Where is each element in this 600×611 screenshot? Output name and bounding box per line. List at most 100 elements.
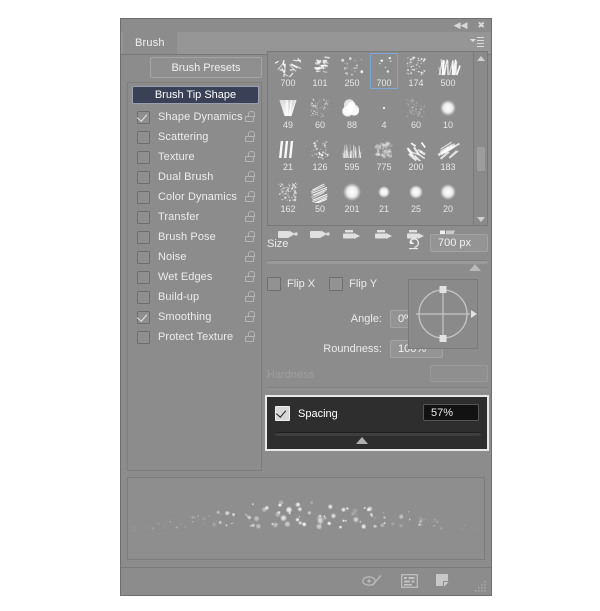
- brush-tip-size-label: 49: [282, 120, 293, 130]
- spacing-slider-track[interactable]: [275, 432, 481, 436]
- tab-brush[interactable]: Brush: [123, 32, 177, 54]
- brush-tip-size-label: 775: [376, 162, 392, 172]
- sidebar-item-protect-texture[interactable]: Protect Texture: [128, 327, 261, 347]
- checkbox-dual-brush[interactable]: [137, 170, 150, 184]
- brush-tip-cell[interactable]: 183: [432, 139, 464, 181]
- sidebar-item-color-dynamics[interactable]: Color Dynamics: [128, 187, 261, 207]
- brush-tip-cell[interactable]: 50: [304, 181, 336, 223]
- brush-tip-thumbnail: [275, 97, 301, 119]
- brush-tip-cell[interactable]: 700: [368, 53, 400, 97]
- create-new-preset-icon[interactable]: [401, 573, 418, 593]
- resize-grip-icon[interactable]: [475, 580, 487, 592]
- scroll-up-arrow-icon[interactable]: [474, 52, 487, 64]
- sidebar-item-build-up[interactable]: Build-up: [128, 287, 261, 307]
- spacing-input[interactable]: 57%: [423, 404, 479, 421]
- brush-tip-cell[interactable]: 500: [432, 55, 464, 97]
- brush-tip-cell[interactable]: 20: [432, 181, 464, 223]
- brush-tip-cell[interactable]: 60: [400, 97, 432, 139]
- scroll-down-arrow-icon[interactable]: [474, 213, 487, 225]
- checkbox-brush-pose[interactable]: [137, 230, 150, 244]
- brush-tip-cell[interactable]: 21: [272, 139, 304, 181]
- brush-presets-button[interactable]: Brush Presets: [150, 57, 262, 78]
- brush-tip-thumbnail: [307, 139, 333, 161]
- lock-icon[interactable]: [245, 111, 255, 122]
- brush-tip-cell[interactable]: 250: [336, 55, 368, 97]
- brush-tip-size-label: 201: [344, 204, 360, 214]
- sidebar-item-dual-brush[interactable]: Dual Brush: [128, 167, 261, 187]
- checkbox-texture[interactable]: [137, 150, 150, 164]
- brush-tip-thumbnail: [403, 55, 429, 77]
- sidebar-item-brush-tip-shape[interactable]: Brush Tip Shape: [132, 86, 259, 104]
- brush-tip-cell[interactable]: 700: [272, 55, 304, 97]
- lock-icon[interactable]: [245, 271, 255, 282]
- brush-tip-cell[interactable]: 126: [304, 139, 336, 181]
- lock-icon[interactable]: [245, 251, 255, 262]
- sidebar-item-texture[interactable]: Texture: [128, 147, 261, 167]
- checkbox-noise[interactable]: [137, 250, 150, 264]
- lock-icon[interactable]: [245, 211, 255, 222]
- lock-icon[interactable]: [245, 231, 255, 242]
- brush-tip-cell[interactable]: 595: [336, 139, 368, 181]
- brush-tip-cell[interactable]: 60: [304, 97, 336, 139]
- sidebar-item-transfer[interactable]: Transfer: [128, 207, 261, 227]
- lock-icon[interactable]: [245, 191, 255, 202]
- sidebar-item-smoothing[interactable]: Smoothing: [128, 307, 261, 327]
- brush-tip-cell[interactable]: 4: [368, 97, 400, 139]
- lock-icon[interactable]: [245, 291, 255, 302]
- spacing-checkbox[interactable]: Spacing: [275, 406, 338, 421]
- lock-icon[interactable]: [245, 151, 255, 162]
- sidebar-item-brush-pose[interactable]: Brush Pose: [128, 227, 261, 247]
- spacing-slider-thumb[interactable]: [355, 437, 368, 444]
- lock-icon[interactable]: [245, 171, 255, 182]
- brush-tip-cell[interactable]: 10: [432, 97, 464, 139]
- brush-tip-thumbnail: [403, 181, 429, 203]
- sidebar-item-noise[interactable]: Noise: [128, 247, 261, 267]
- flip-y-checkbox[interactable]: Flip Y: [329, 277, 377, 291]
- reset-arrow-icon[interactable]: [407, 236, 422, 251]
- checkbox-transfer[interactable]: [137, 210, 150, 224]
- lock-icon[interactable]: [245, 311, 255, 322]
- brush-tip-size-label: 101: [312, 78, 328, 88]
- brush-tip-cell[interactable]: 162: [272, 181, 304, 223]
- flip-x-checkbox[interactable]: Flip X: [267, 277, 315, 291]
- brush-grid-scrollbar[interactable]: [473, 52, 487, 225]
- angle-roundness-dial[interactable]: [408, 279, 478, 349]
- tab-brush-label: Brush: [135, 37, 165, 49]
- flip-row: Flip X Flip Y: [267, 277, 377, 291]
- brush-tip-cell[interactable]: 174: [400, 55, 432, 97]
- brush-tip-thumbnail: [275, 181, 301, 203]
- sidebar-item-wet-edges[interactable]: Wet Edges: [128, 267, 261, 287]
- brush-tip-cell[interactable]: 775: [368, 139, 400, 181]
- checkbox-smoothing[interactable]: [137, 310, 150, 324]
- checkbox-build-up[interactable]: [137, 290, 150, 304]
- scrollbar-thumb[interactable]: [476, 146, 486, 172]
- angle-label: Angle:: [350, 313, 382, 325]
- brush-tip-cell[interactable]: 201: [336, 181, 368, 223]
- checkbox-wet-edges[interactable]: [137, 270, 150, 284]
- brush-tip-cell[interactable]: 25: [400, 181, 432, 223]
- spacing-check-box: [275, 406, 290, 421]
- checkbox-scattering[interactable]: [137, 130, 150, 144]
- lock-icon[interactable]: [245, 131, 255, 142]
- sidebar-item-label: Protect Texture: [158, 331, 234, 343]
- sidebar-item-scattering[interactable]: Scattering: [128, 127, 261, 147]
- checkbox-shape-dynamics[interactable]: [137, 110, 150, 124]
- brush-tip-cell[interactable]: 21: [368, 181, 400, 223]
- brush-tip-cell[interactable]: 88: [336, 97, 368, 139]
- brush-tip-cell[interactable]: 101: [304, 55, 336, 97]
- toggle-brush-pressure-icon[interactable]: [362, 574, 384, 593]
- size-slider[interactable]: [267, 258, 488, 272]
- panel-menu-icon[interactable]: [470, 37, 484, 49]
- size-input[interactable]: 700 px: [430, 234, 488, 252]
- close-icon[interactable]: ✖: [477, 20, 485, 30]
- brush-tip-cell[interactable]: 200: [400, 139, 432, 181]
- checkbox-protect-texture[interactable]: [137, 330, 150, 344]
- lock-icon[interactable]: [245, 331, 255, 342]
- hardness-slider: [267, 387, 488, 391]
- brush-tip-cell[interactable]: 49: [272, 97, 304, 139]
- sidebar-item-shape-dynamics[interactable]: Shape Dynamics: [128, 107, 261, 127]
- new-brush-icon[interactable]: [435, 573, 451, 593]
- checkbox-color-dynamics[interactable]: [137, 190, 150, 204]
- collapse-double-arrow-icon[interactable]: ◀◀: [454, 20, 468, 30]
- size-slider-thumb[interactable]: [468, 264, 481, 271]
